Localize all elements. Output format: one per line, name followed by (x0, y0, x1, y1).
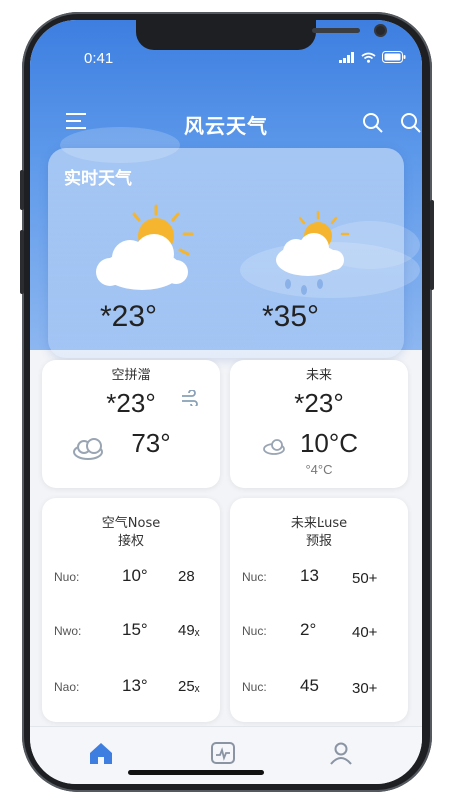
row-value-secondary: 40+ (352, 624, 378, 641)
row-value: 13 (300, 566, 319, 585)
chart-icon[interactable] (210, 741, 236, 765)
card-subtitle: 预报 (305, 534, 332, 549)
card-subtitle: 接权 (117, 534, 144, 549)
partly-cloudy-icon (96, 204, 194, 290)
row-value-secondary: 49ₓ (178, 622, 200, 639)
card-title: 未来Ŀuse (290, 516, 348, 531)
search-icon[interactable] (362, 112, 384, 134)
app-header: 风云天气 (30, 102, 422, 142)
card-title: 未来 (305, 368, 332, 383)
row-value: 45 (300, 676, 319, 695)
current-card[interactable]: 空拼澢 *23° 73° (42, 360, 220, 488)
speaker (312, 28, 360, 33)
tab-bar (30, 726, 422, 784)
row-label: Nuo: (54, 570, 80, 584)
temperature-right: *35° (262, 300, 320, 333)
humidity-temperature: 10°C (299, 428, 359, 458)
side-button (20, 170, 24, 210)
camera (376, 26, 385, 35)
low-temperature: °4°C (305, 462, 333, 477)
user-icon[interactable] (328, 741, 354, 765)
forecast-card[interactable]: 未来Ŀuse 预报 Nuc: 13 50+ Nuc: 2° 40+ Nuc: 4… (230, 498, 408, 722)
card-title: 空气Nose (101, 516, 161, 531)
side-button (20, 230, 24, 294)
row-value: 10° (122, 566, 148, 585)
side-button (430, 200, 434, 290)
main-temperature: *23° (294, 388, 344, 418)
wind-icon (182, 390, 198, 406)
air-quality-card[interactable]: 空气Nose 接权 Nuo: 10° 28 Nwo: 15° 49ₓ Nao: … (42, 498, 220, 722)
row-label: Nao: (54, 680, 80, 694)
row-value: 13° (122, 676, 148, 695)
status-icons (339, 51, 406, 63)
signal-icon (339, 51, 354, 63)
row-value-secondary: 25ₓ (178, 678, 200, 695)
battery-icon (382, 51, 406, 63)
notch (136, 20, 385, 50)
row-value-secondary: 50+ (352, 570, 378, 587)
screen: 0:41 风云天气 实时天气 *23° *35° 空拼澢 *23° 73° 未来… (30, 20, 422, 784)
humidity-temperature: 73° (131, 428, 171, 458)
current-weather-panel: 实时天气 *23° *35° (48, 148, 404, 358)
status-time: 0:41 (84, 50, 114, 67)
row-value-secondary: 30+ (352, 680, 378, 697)
row-value: 15° (122, 620, 148, 639)
row-value: 2° (300, 620, 317, 639)
home-indicator[interactable] (128, 770, 264, 775)
row-value-secondary: 28 (178, 568, 195, 585)
home-icon[interactable] (88, 741, 114, 765)
row-label: Nuc: (242, 680, 267, 694)
row-label: Nuc: (242, 624, 267, 638)
rain-cloud-icon (276, 210, 350, 295)
search-icon[interactable] (400, 112, 422, 134)
panel-title: 实时天气 (64, 169, 132, 189)
temperature-left: *23° (100, 300, 158, 333)
wifi-icon (361, 52, 376, 63)
row-label: Nuc: (242, 570, 267, 584)
card-title: 空拼澢 (111, 368, 151, 383)
row-label: Nwo: (54, 624, 82, 638)
future-card[interactable]: 未来 *23° 10°C °4°C (230, 360, 408, 488)
